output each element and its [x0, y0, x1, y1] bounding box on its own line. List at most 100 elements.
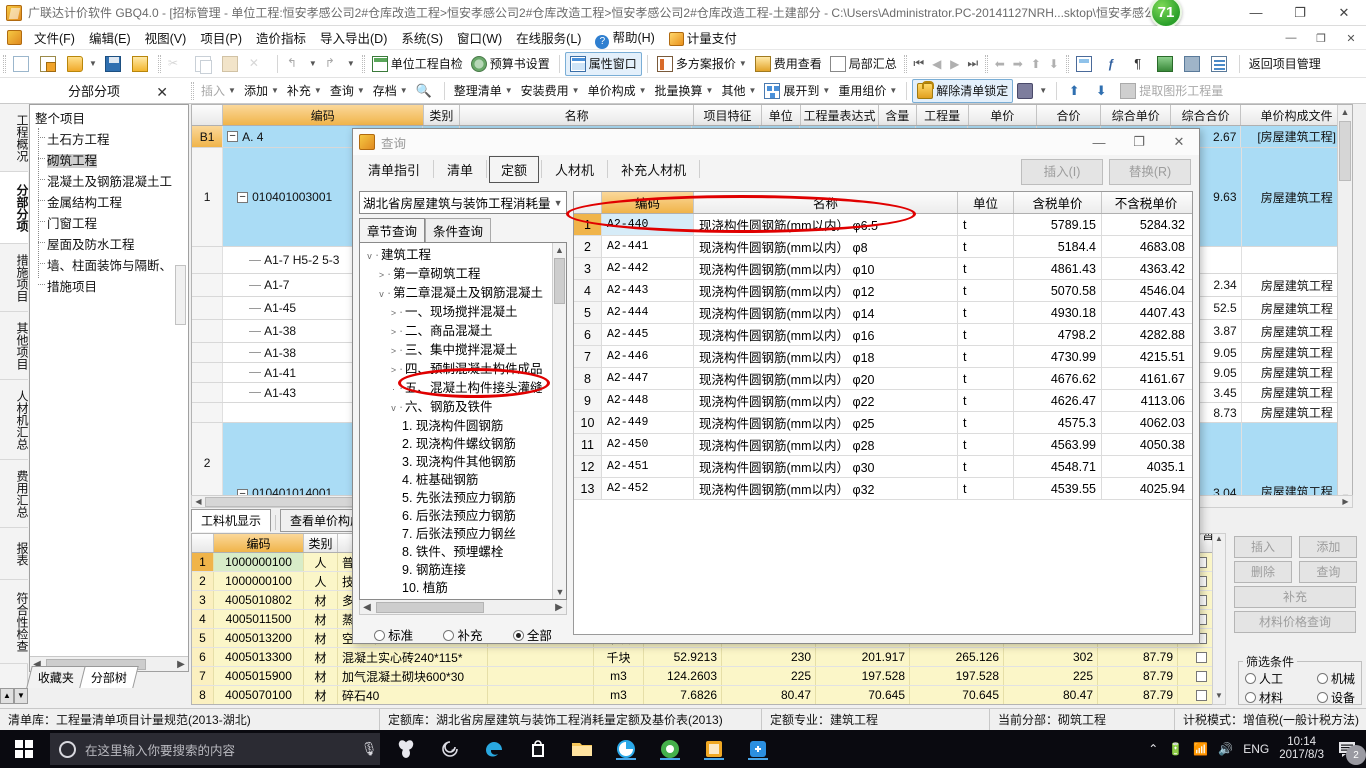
quota-header-unit[interactable]: 单位	[958, 192, 1014, 213]
highlight-color-button[interactable]: ▼	[1013, 79, 1051, 103]
quota-tree-item[interactable]: 5. 先张法预应力钢筋	[362, 489, 552, 507]
grid-hscroll-left-icon[interactable]: ◀	[192, 497, 205, 506]
grid-vertical-scrollbar[interactable]: ▲ ▼	[1337, 105, 1352, 503]
table-row[interactable]: 3 A2-442 现浇构件圆钢筋(mm以内） φ10 t 4861.43 436…	[574, 258, 1192, 280]
radio-supplement[interactable]: 补充	[443, 625, 483, 644]
mdi-restore-button[interactable]: ❐	[1306, 26, 1336, 50]
language-indicator[interactable]: ENG	[1243, 742, 1269, 756]
toolbar-grip-5[interactable]	[984, 54, 988, 73]
sidebar-item-other-items[interactable]: 其他项目	[0, 312, 29, 380]
grid-scroll-up-icon[interactable]: ▲	[1338, 105, 1352, 120]
table-row[interactable]: 10 A2-449 现浇构件圆钢筋(mm以内） φ25 t 4575.3 406…	[574, 412, 1192, 434]
minimize-button[interactable]: —	[1234, 0, 1278, 26]
quota-tree-item[interactable]: 7. 后张法预应力钢丝	[362, 525, 552, 543]
quota-tree-item-selected[interactable]: 1. 现浇构件圆钢筋	[362, 417, 552, 435]
quota-tree-item[interactable]: > · 一、现场搅拌混凝土	[362, 303, 552, 322]
grid-header-unit-price[interactable]: 单价	[969, 105, 1037, 125]
new-project-button[interactable]	[36, 52, 63, 76]
calculator-button[interactable]	[1072, 52, 1099, 76]
tab-condition-query[interactable]: 条件查询	[425, 218, 492, 242]
quota-header-taxed-price[interactable]: 含税单价	[1014, 192, 1102, 213]
tree-vertical-scrollbar[interactable]	[174, 105, 188, 658]
menu-window[interactable]: 窗口(W)	[450, 26, 509, 49]
move-down-icon[interactable]: ⬇	[1045, 54, 1063, 74]
property-window-button[interactable]: 属性窗口	[564, 51, 642, 76]
grid-header-quantity-expr[interactable]: 工程量表达式	[801, 105, 879, 125]
notification-center-icon[interactable]: 2	[1334, 737, 1366, 765]
grid-header-name[interactable]: 名称	[460, 105, 695, 125]
chevron-down-icon[interactable]: v	[388, 400, 399, 416]
organize-list-button[interactable]: 整理清单 ▼	[450, 79, 517, 103]
batch-conversion-button[interactable]: 批量换算 ▼	[651, 79, 718, 103]
resource-add-button[interactable]: 添加	[1299, 536, 1358, 558]
last-record-icon[interactable]: ⏭	[964, 54, 982, 74]
tree-item-wall-column-finish[interactable]: 墙、柱面装饰与隔断、	[33, 254, 185, 275]
move-up-icon[interactable]: ⬆	[1027, 54, 1045, 74]
tree-item-metal-structure[interactable]: 金属结构工程	[33, 191, 185, 212]
mdi-close-button[interactable]: ✕	[1336, 26, 1366, 50]
microphone-icon[interactable]: 🎙	[358, 741, 380, 757]
table-row[interactable]: 6 A2-445 现浇构件圆钢筋(mm以内） φ16 t 4798.2 4282…	[574, 324, 1192, 346]
filter-material-radio[interactable]: 材料	[1245, 689, 1283, 706]
tray-expand-icon[interactable]: ⌃	[1148, 742, 1158, 756]
menu-import-export[interactable]: 导入导出(D)	[313, 26, 394, 49]
dialog-tab-quota[interactable]: 定额	[489, 155, 540, 183]
chevron-right-icon[interactable]: >	[376, 267, 387, 283]
quota-tree-item[interactable]: 6. 后张法预应力钢筋	[362, 507, 552, 525]
material-price-query-button[interactable]: 材料价格查询	[1234, 611, 1356, 633]
sidebar-item-division-items[interactable]: 分部分项	[0, 172, 29, 244]
tree-item-masonry[interactable]: 砌筑工程	[33, 149, 185, 170]
filter-labor-radio[interactable]: 人工	[1245, 670, 1283, 687]
sidebar-item-cost-summary[interactable]: 费用汇总	[0, 460, 29, 528]
list-item[interactable]: 8 4005070100 材 碎石40 m3 7.6826 80.47 70.6…	[192, 686, 1225, 704]
tree-item-roofing-waterproof[interactable]: 屋面及防水工程	[33, 233, 185, 254]
filter-equipment-radio[interactable]: 设备	[1316, 689, 1355, 706]
expand-to-button[interactable]: 展开到 ▼	[760, 79, 834, 103]
grid-header-total-price[interactable]: 合价	[1037, 105, 1102, 125]
table-row[interactable]: 1 A2-440 现浇构件圆钢筋(mm以内） φ6.5 t 5789.15 52…	[574, 214, 1192, 236]
archive-button[interactable]: 存档 ▼	[369, 79, 412, 103]
resource-supplement-button[interactable]: 补充	[1234, 586, 1356, 608]
expander-icon[interactable]: −	[237, 191, 249, 203]
find-button[interactable]: 🔍	[412, 79, 439, 103]
grid-header-unit-price-file[interactable]: 单价构成文件	[1241, 105, 1352, 125]
quota-tree-item[interactable]: > · 三、集中搅拌混凝土	[362, 341, 552, 360]
table-row[interactable]: 9 A2-448 现浇构件圆钢筋(mm以内） φ22 t 4626.47 411…	[574, 390, 1192, 412]
sidebar-item-reports[interactable]: 报表	[0, 528, 29, 580]
list-item[interactable]: 6 4005013300 材 混凝土实心砖240*115* 千块 52.9213…	[192, 648, 1225, 667]
chevron-right-icon[interactable]: >	[376, 599, 387, 600]
library-select[interactable]: 湖北省房屋建筑与装饰工程消耗量定 ▼	[359, 191, 567, 214]
dialog-tab-supplement-resources[interactable]: 补充人材机	[610, 157, 697, 182]
book-button[interactable]	[1153, 52, 1180, 76]
tab-favorites[interactable]: 收藏夹	[26, 666, 86, 688]
tree-scroll-thumb[interactable]	[175, 265, 186, 325]
open-button[interactable]: ▼	[63, 52, 101, 76]
tree-item-doors-windows[interactable]: 门窗工程	[33, 212, 185, 233]
cut-button[interactable]: ✂	[164, 52, 191, 76]
taskbar-app-store-icon[interactable]	[526, 737, 550, 761]
quota-tree-scroll-up-icon[interactable]: ▲	[553, 243, 566, 257]
quota-tree-item[interactable]: 10. 植筋	[362, 579, 552, 597]
chevron-right-icon[interactable]: >	[388, 362, 399, 378]
quota-tree-vertical-scrollbar[interactable]: ▲ ▼	[552, 243, 566, 599]
multi-scheme-quote-button[interactable]: 多方案报价 ▼	[653, 52, 751, 76]
tree-item-earthwork[interactable]: 土石方工程	[33, 128, 185, 149]
taskbar-app-360-icon[interactable]	[614, 737, 638, 761]
subgrid-header-index[interactable]	[192, 534, 214, 552]
quota-tree-item[interactable]: v · 第二章混凝土及钢筋混凝土	[362, 284, 552, 303]
clock[interactable]: 10:14 2017/8/3	[1279, 736, 1324, 762]
grid-header-category[interactable]: 类别	[424, 105, 460, 125]
grid-header-index[interactable]	[192, 105, 223, 125]
unlock-list-button[interactable]: 解除清单锁定	[912, 78, 1014, 103]
paragraph-button[interactable]: ¶	[1126, 52, 1153, 76]
quota-tree-scroll-down-icon[interactable]: ▼	[553, 585, 566, 599]
quota-tree-item[interactable]: 9. 钢筋连接	[362, 561, 552, 579]
close-button[interactable]: ✕	[1322, 0, 1366, 26]
menu-help[interactable]: ? 帮助(H)	[588, 25, 661, 51]
grid-header-features[interactable]: 项目特征	[694, 105, 762, 125]
quota-tree-item[interactable]: 4. 桩基础钢筋	[362, 471, 552, 489]
toolbar-grip-4[interactable]	[903, 54, 907, 73]
toolbar-grip-6[interactable]	[1065, 54, 1069, 73]
menu-project[interactable]: 项目(P)	[193, 26, 249, 49]
resource-insert-button[interactable]: 插入	[1234, 536, 1292, 558]
